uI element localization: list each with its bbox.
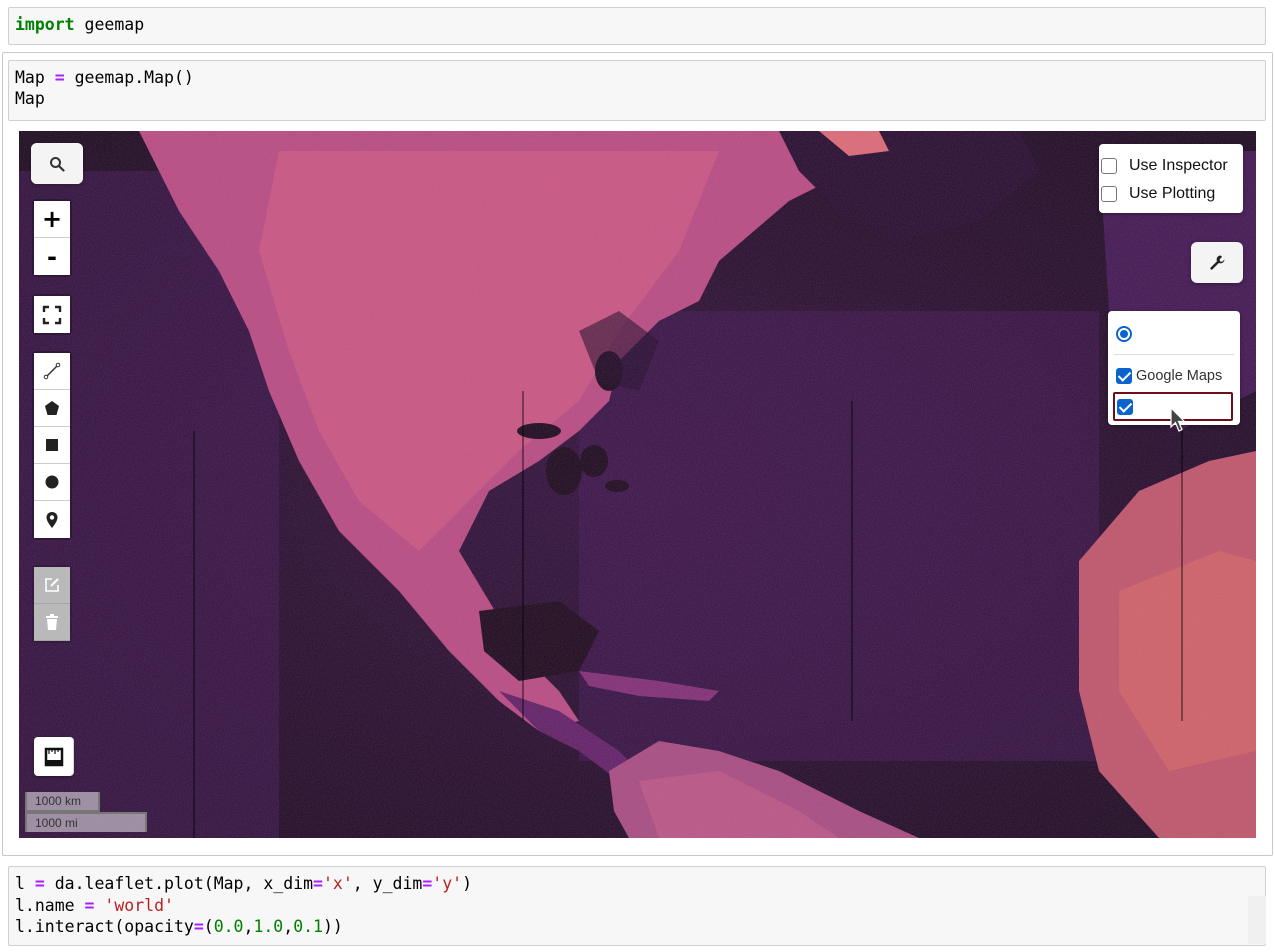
code-text: l [15, 874, 35, 893]
overlay-label-google-maps: Google Maps [1136, 368, 1223, 384]
scale-mi-label: 1000 mi [35, 816, 78, 830]
code-cell-import[interactable]: import geemap [8, 7, 1266, 45]
code-text: l.name [15, 895, 85, 915]
base-layer-row[interactable] [1116, 325, 1132, 343]
polyline-icon [43, 362, 61, 380]
fullscreen-button[interactable] [34, 296, 70, 333]
mouse-cursor-icon [1170, 407, 1186, 432]
code-operator: = [84, 895, 95, 915]
search-icon [50, 156, 65, 172]
marker-icon [46, 511, 58, 528]
code-operator: = [422, 874, 433, 893]
trash-icon [46, 614, 58, 630]
overlay-checkbox-world[interactable] [1117, 398, 1133, 415]
code-text: geemap [74, 15, 145, 34]
code-number: 0.0 [213, 917, 244, 936]
code-operator: = [193, 917, 204, 936]
edit-layers-button[interactable] [34, 567, 70, 604]
code-text: Map [15, 68, 55, 87]
overlay-row-google-maps[interactable]: Google Maps [1116, 368, 1222, 384]
zoom-out-button[interactable]: - [34, 238, 70, 275]
draw-circle-button[interactable] [34, 464, 70, 501]
inspector-panel: Use Inspector Use Plotting [1099, 144, 1243, 213]
rectangle-icon [46, 439, 58, 451]
delete-layers-button[interactable] [34, 604, 70, 641]
zoom-control: + - [32, 199, 72, 277]
zoom-out-label: - [47, 242, 57, 271]
code-cell-map[interactable]: Map = geemap.Map() Map [8, 60, 1266, 121]
fullscreen-control [32, 294, 72, 335]
edit-toolbar [32, 565, 72, 643]
code-text: ( [203, 917, 214, 936]
overlay-checkbox-google-maps[interactable] [1116, 368, 1132, 384]
search-control[interactable] [31, 143, 83, 184]
code-text: l.interact(opacity [15, 917, 194, 936]
edit-icon [45, 578, 59, 592]
draw-polygon-button[interactable] [34, 390, 70, 427]
code-text: , [283, 917, 294, 936]
draw-toolbar [32, 351, 72, 540]
code-text: )) [323, 917, 343, 936]
toolbar-toggle-button[interactable] [1191, 242, 1243, 283]
code-operator: = [54, 68, 65, 87]
measure-button[interactable] [34, 737, 73, 776]
wrench-icon [1210, 255, 1225, 270]
code-text: geemap.Map() [64, 68, 194, 87]
use-plotting-label: Use Plotting [1129, 185, 1216, 202]
code-keyword: import [15, 15, 75, 34]
use-inspector-label: Use Inspector [1129, 157, 1228, 174]
use-inspector-row[interactable]: Use Inspector [1101, 152, 1243, 180]
code-string: 'world' [104, 895, 174, 915]
draw-rectangle-button[interactable] [34, 427, 70, 464]
fullscreen-icon [42, 305, 62, 324]
scale-km-label: 1000 km [35, 794, 82, 808]
ruler-icon [44, 747, 63, 766]
base-layer-radio[interactable] [1116, 325, 1132, 342]
scrollbar-thumb[interactable] [1248, 896, 1266, 944]
code-text: da.leaflet.plot(Map, x_dim [44, 874, 314, 893]
draw-marker-button[interactable] [34, 501, 70, 538]
code-text: ) [462, 874, 473, 893]
polygon-icon [45, 401, 59, 415]
search-button[interactable] [31, 143, 83, 184]
circle-icon [45, 475, 59, 489]
code-string: 'x' [322, 874, 353, 893]
use-inspector-checkbox[interactable] [1101, 158, 1117, 174]
code-number: 1.0 [253, 917, 284, 936]
layers-separator [1114, 354, 1234, 355]
code-cell-leaflet[interactable]: l = da.leaflet.plot(Map, x_dim='x', y_di… [8, 866, 1266, 946]
code-string: 'y' [432, 874, 463, 893]
draw-polyline-button[interactable] [34, 353, 70, 390]
code-text: , [243, 917, 254, 936]
use-plotting-row[interactable]: Use Plotting [1101, 180, 1243, 208]
code-number: 0.1 [293, 917, 323, 936]
scale-km: 1000 km [25, 792, 100, 812]
code-operator: = [34, 874, 45, 893]
map-tiles [19, 131, 1256, 838]
use-plotting-checkbox[interactable] [1101, 186, 1117, 202]
code-operator: = [313, 874, 323, 893]
code-text: Map [15, 89, 45, 108]
code-text: , y_dim [352, 874, 423, 893]
scale-mi: 1000 mi [25, 812, 147, 832]
zoom-in-label: + [41, 205, 63, 233]
zoom-in-button[interactable]: + [34, 201, 70, 238]
measure-control [34, 737, 74, 776]
map-widget[interactable]: + - 1000 km 1000 mi Use Inspector Use Pl… [19, 131, 1256, 838]
